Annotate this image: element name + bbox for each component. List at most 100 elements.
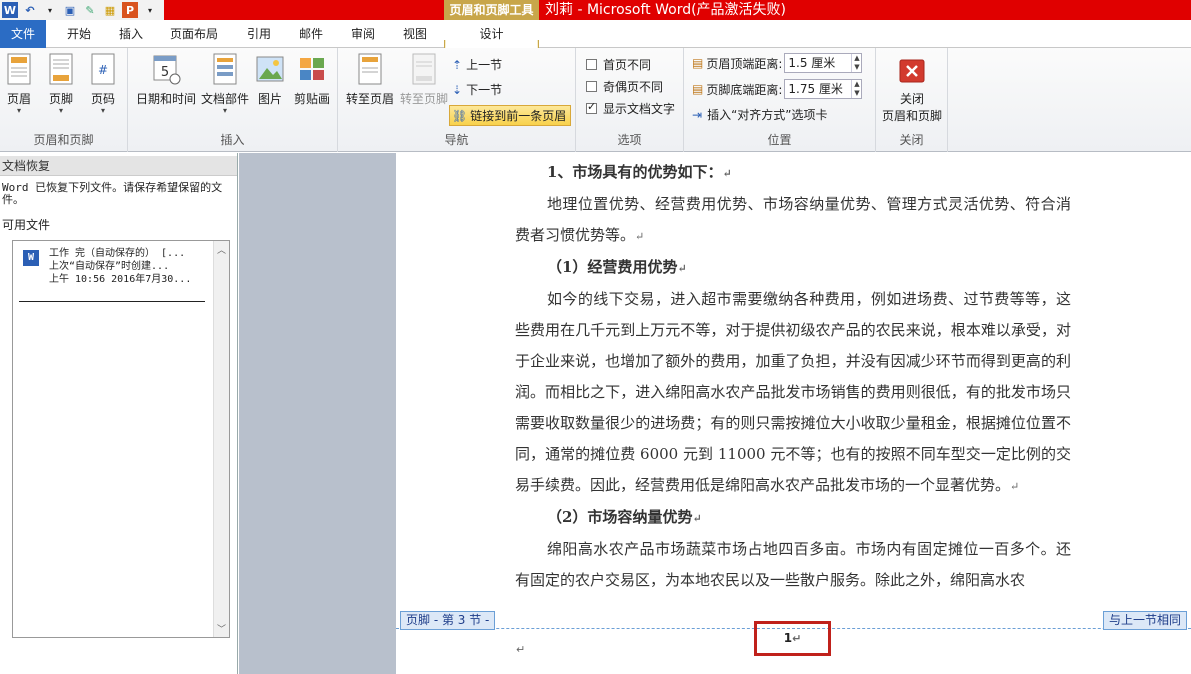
tab-references[interactable]: 引用 (238, 20, 280, 48)
file-name: 工作 完（自动保存的） [... (49, 248, 186, 259)
header-distance-row: ▤ 页眉顶端距离: 1.5 厘米 ▲ ▼ (692, 53, 863, 73)
footer-distance-value: 1.75 厘米 (788, 82, 843, 96)
group-position: ▤ 页眉顶端距离: 1.5 厘米 ▲ ▼ ▤ 页脚底端距离: 1.75 厘米 ▲ ▼… (684, 48, 876, 152)
date-time-button[interactable]: 5 日期和时间 (134, 52, 198, 107)
recovery-title: 文档恢复 (0, 156, 237, 176)
goto-header-button[interactable]: 转至页眉 (344, 52, 396, 107)
header-icon (4, 52, 34, 86)
doc-parts-icon (210, 52, 240, 86)
header-distance-input[interactable]: 1.5 厘米 ▲ ▼ (784, 53, 863, 73)
insert-alignment-tab-button[interactable]: ⇥ 插入“对齐方式”选项卡 (692, 106, 828, 123)
goto-footer-button[interactable]: 转至页脚 (398, 52, 450, 107)
tab-file[interactable]: 文件 (0, 20, 46, 48)
next-section-button[interactable]: ⇣ 下一节 (452, 81, 502, 98)
group-label-position: 位置 (767, 133, 792, 147)
clipart-button[interactable]: 剪贴画 (292, 52, 332, 107)
tab-insert[interactable]: 插入 (110, 20, 152, 48)
page-number-button[interactable]: # 页码 ▾ (86, 52, 120, 115)
dropdown-arrow-icon: ▾ (222, 106, 227, 115)
window-title: 刘莉 - Microsoft Word(产品激活失败) (545, 2, 787, 18)
group-close: 关闭 页眉和页脚 关闭 (876, 48, 948, 152)
goto-footer-label: 转至页脚 (399, 92, 448, 106)
recovered-files-list: W 工作 完（自动保存的） [... 上次“自动保存”时创建... 上午 10:… (12, 240, 230, 638)
show-document-text-checkbox[interactable]: 显示文档文字 (586, 100, 675, 117)
footer-button[interactable]: 页脚 ▾ (44, 52, 78, 115)
edit-icon[interactable]: ✎ (82, 2, 98, 18)
tab-mailings[interactable]: 邮件 (290, 20, 332, 48)
header-button[interactable]: 页眉 ▾ (2, 52, 36, 115)
customize-qat-icon[interactable]: ▾ (142, 2, 158, 18)
calendar-icon: 5 (151, 52, 181, 86)
group-label-navigation: 导航 (444, 133, 469, 147)
available-files-label: 可用文件 (2, 218, 51, 232)
list-scrollbar[interactable]: ︿ ﹀ (213, 241, 229, 637)
tab-review[interactable]: 审阅 (342, 20, 384, 48)
page-number-label: 页码 (90, 92, 115, 106)
page-number-value: 1 (783, 631, 793, 645)
word-logo-icon: W (2, 2, 18, 18)
odd-even-label: 奇偶页不同 (603, 80, 664, 94)
tab-design[interactable]: 设计 (446, 20, 537, 49)
checkbox-icon (586, 59, 597, 70)
group-label-options: 选项 (617, 133, 642, 147)
document-area: 1、市场具有的优势如下：↵ 地理位置优势、经营费用优势、市场容纳量优势、管理方式… (239, 153, 1191, 674)
save-icon[interactable]: ▣ (62, 2, 78, 18)
footer-icon (46, 52, 76, 86)
goto-footer-icon (409, 52, 439, 86)
insert-picture-icon[interactable]: ▦ (102, 2, 118, 18)
undo-dropdown-icon[interactable]: ▾ (42, 2, 58, 18)
first-page-different-checkbox[interactable]: 首页不同 (586, 56, 651, 73)
checkbox-checked-icon (586, 100, 597, 114)
insert-alignment-tab-label: 插入“对齐方式”选项卡 (707, 108, 828, 122)
scroll-up-icon[interactable]: ︿ (214, 243, 229, 256)
group-header-footer: 页眉 ▾ 页脚 ▾ # 页码 ▾ 页眉和页脚 (0, 48, 128, 152)
close-label-line1: 关闭 (899, 92, 924, 106)
clipart-label: 剪贴画 (293, 92, 330, 106)
picture-button[interactable]: 图片 (254, 52, 286, 107)
group-label-header-footer: 页眉和页脚 (33, 133, 94, 147)
undo-icon[interactable]: ↶ (22, 2, 38, 18)
footer-distance-row: ▤ 页脚底端距离: 1.75 厘米 ▲ ▼ (692, 79, 863, 99)
link-to-previous-button[interactable]: ⛓ 链接到前一条页眉 (449, 105, 572, 126)
spin-arrows-icon[interactable]: ▲ ▼ (851, 54, 861, 72)
close-label-line2: 页眉和页脚 (881, 109, 942, 123)
recovered-file-item[interactable]: W 工作 完（自动保存的） [... 上次“自动保存”时创建... 上午 10:… (23, 247, 203, 286)
close-header-footer-button[interactable]: 关闭 页眉和页脚 (879, 52, 945, 124)
footer-distance-input[interactable]: 1.75 厘米 ▲ ▼ (784, 79, 863, 99)
tab-home[interactable]: 开始 (58, 20, 100, 48)
spin-arrows-icon[interactable]: ▲ ▼ (851, 80, 861, 98)
doc-parts-button[interactable]: 文档部件 ▾ (200, 52, 250, 115)
odd-even-different-checkbox[interactable]: 奇偶页不同 (586, 78, 663, 95)
picture-label: 图片 (257, 92, 282, 106)
clipart-icon (297, 52, 327, 86)
tab-view[interactable]: 视图 (394, 20, 436, 48)
footer-label: 页脚 (48, 92, 73, 106)
tab-page-layout[interactable]: 页面布局 (162, 20, 226, 48)
file-time: 上午 10:56 2016年7月30... (49, 274, 192, 285)
prev-section-button[interactable]: ⇡ 上一节 (452, 56, 502, 73)
next-section-label: 下一节 (466, 83, 503, 97)
footer-distance-label: 页脚底端距离: (706, 82, 783, 97)
dropdown-arrow-icon: ▾ (16, 106, 21, 115)
word-document-icon: W (23, 250, 39, 266)
document-page[interactable]: 1、市场具有的优势如下：↵ 地理位置优势、经营费用优势、市场容纳量优势、管理方式… (396, 153, 1191, 674)
header-distance-icon: ▤ (692, 56, 704, 70)
close-icon (897, 52, 927, 86)
document-recovery-pane: 文档恢复 Word 已恢复下列文件。请保存希望保留的文件。 可用文件 W 工作 … (0, 153, 238, 674)
page-number-field[interactable]: 1↵ (754, 621, 831, 656)
goto-header-icon (355, 52, 385, 86)
title-bar: W ↶ ▾ ▣ ✎ ▦ P ▾ 页眉和页脚工具 刘莉 - Microsoft W… (0, 0, 1191, 20)
group-insert: 5 日期和时间 文档部件 ▾ 图片 剪贴画 插入 (128, 48, 338, 152)
goto-header-label: 转至页眉 (345, 92, 394, 106)
date-time-label: 日期和时间 (135, 92, 196, 106)
pdf-icon[interactable]: P (122, 2, 138, 18)
group-label-insert: 插入 (220, 133, 245, 147)
footer-section-tag: 页脚 - 第 3 节 - (400, 611, 496, 630)
alignment-tab-icon: ⇥ (692, 107, 703, 122)
heading-capacity-advantage: （2）市场容纳量优势↵ (547, 508, 702, 526)
heading-cost-advantage: （1）经营费用优势↵ (547, 258, 687, 276)
ribbon-design: 页眉 ▾ 页脚 ▾ # 页码 ▾ 页眉和页脚 5 日期和时间 文档部件 ▾ 图片… (0, 48, 1191, 152)
scroll-down-icon[interactable]: ﹀ (214, 622, 229, 635)
svg-text:#: # (98, 63, 108, 77)
prev-section-icon: ⇡ (452, 57, 463, 72)
